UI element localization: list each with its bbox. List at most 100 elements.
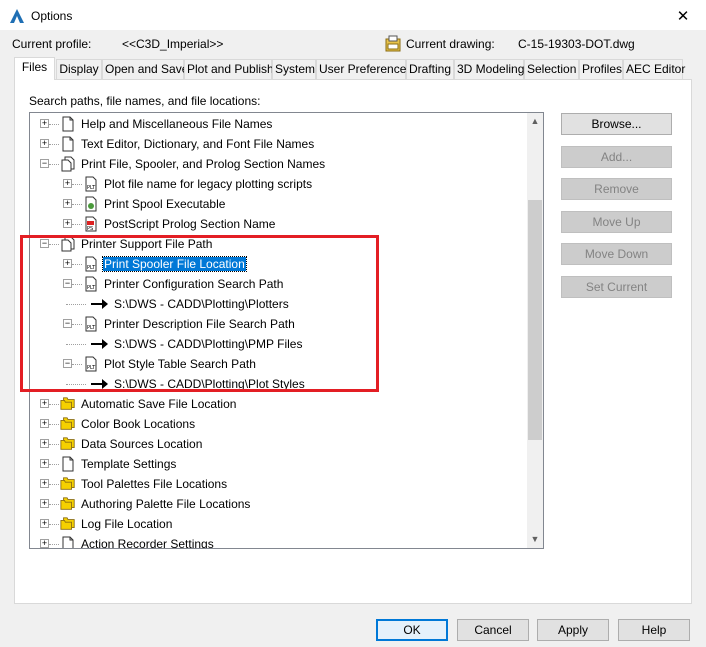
scroll-thumb[interactable] [528,200,542,440]
collapse-icon[interactable]: − [40,159,49,168]
close-button[interactable]: ✕ [660,0,706,31]
expand-icon[interactable]: + [63,259,72,268]
tree-item-label: Plot Style Table Search Path [104,357,256,371]
expand-icon[interactable]: + [40,479,49,488]
tree-item[interactable]: + Tool Palettes File Locations [30,474,526,494]
tree-item[interactable]: + Action Recorder Settings [30,534,526,548]
tree-item[interactable]: S:\DWS - CADD\Plotting\Plotters [30,294,526,314]
browse-button[interactable]: Browse... [561,113,672,135]
tree-item[interactable]: + Print Spool Executable [30,194,526,214]
arrow-icon [90,376,110,392]
set-current-button[interactable]: Set Current [561,276,672,298]
expand-icon[interactable]: + [40,399,49,408]
tree-item-label: Print Spool Executable [104,197,226,211]
tree-scrollbar[interactable]: ▲ ▼ [527,113,543,548]
current-drawing-value: C-15-19303-DOT.dwg [518,37,635,51]
file-locations-tree[interactable]: + Help and Miscellaneous File Names + Text … [29,112,544,549]
tab-profiles[interactable]: Profiles [579,59,623,79]
tree-item[interactable]: − Printer Support File Path [30,234,526,254]
tab-system[interactable]: System [272,59,316,79]
expand-icon[interactable]: + [40,439,49,448]
cancel-button-label: Cancel [474,623,512,637]
current-profile-value: <<C3D_Imperial>> [122,37,224,51]
expand-icon[interactable]: + [40,139,49,148]
tab-display[interactable]: Display [56,59,102,79]
tree-connector [72,364,82,365]
document-icon [60,536,76,548]
tree-item[interactable]: + PLT Plot file name for legacy plotting s… [30,174,526,194]
collapse-icon[interactable]: − [63,279,72,288]
tree-connector [49,244,59,245]
collapse-icon[interactable]: − [63,319,72,328]
apply-button-label: Apply [557,623,589,637]
ok-button[interactable]: OK [376,619,448,641]
tree-item-label: Tool Palettes File Locations [81,477,228,491]
tab-label: Drafting [409,62,452,76]
tree-item[interactable]: + PS PostScript Prolog Section Name [30,214,526,234]
apply-button[interactable]: Apply [537,619,609,641]
tree-item[interactable]: + Help and Miscellaneous File Names [30,114,526,134]
expand-icon[interactable]: + [40,519,49,528]
svg-text:PLT: PLT [87,365,96,371]
tree-item[interactable]: + Template Settings [30,454,526,474]
cancel-button[interactable]: Cancel [457,619,529,641]
svg-text:PLT: PLT [87,185,96,191]
tree-item[interactable]: − Print File, Spooler, and Prolog Section… [30,154,526,174]
tree-connector [49,124,59,125]
expand-icon[interactable]: + [63,179,72,188]
browse-button-label: Browse... [591,117,642,131]
remove-button[interactable]: Remove [561,178,672,200]
tree-item[interactable]: S:\DWS - CADD\Plotting\Plot Styles [30,374,526,394]
tab-plot-and-publish[interactable]: Plot and Publish [184,59,274,79]
collapse-icon[interactable]: − [40,239,49,248]
tree-item[interactable]: + Data Sources Location [30,434,526,454]
expand-icon[interactable]: + [40,419,49,428]
add-button[interactable]: Add... [561,146,672,168]
expand-icon[interactable]: + [40,539,49,548]
move-up-button[interactable]: Move Up [561,211,672,233]
tree-connector [49,504,59,505]
documents-icon [60,156,76,172]
expand-icon[interactable]: + [40,459,49,468]
tab-files[interactable]: Files [14,57,55,80]
tab-label: 3D Modeling [457,62,525,76]
tab-label: Profiles [582,62,623,76]
move-down-button-label: Move Down [584,247,649,261]
tree-item[interactable]: + Color Book Locations [30,414,526,434]
tab-label: User Preferences [319,62,413,76]
tab-3d-modeling[interactable]: 3D Modeling [454,59,524,79]
document-icon [60,456,76,472]
tree-item[interactable]: S:\DWS - CADD\Plotting\PMP Files [30,334,526,354]
plt-icon: PLT [83,276,99,292]
move-up-button-label: Move Up [592,215,641,229]
ps-icon: PS [83,216,99,232]
tab-drafting[interactable]: Drafting [406,59,454,79]
tree-item[interactable]: + Log File Location [30,514,526,534]
scroll-up-icon[interactable]: ▲ [527,113,543,130]
tree-connector [72,184,82,185]
current-drawing-label: Current drawing: [406,37,495,51]
expand-icon[interactable]: + [40,499,49,508]
tree-item[interactable]: + Authoring Palette File Locations [30,494,526,514]
tab-open-and-save[interactable]: Open and Save [102,59,188,79]
help-button[interactable]: Help [618,619,690,641]
expand-icon[interactable]: + [40,119,49,128]
expand-icon[interactable]: + [63,219,72,228]
tree-item[interactable]: + Text Editor, Dictionary, and Font File … [30,134,526,154]
tree-item-label: Automatic Save File Location [81,397,237,411]
scroll-down-icon[interactable]: ▼ [527,531,543,548]
expand-icon[interactable]: + [63,199,72,208]
move-down-button[interactable]: Move Down [561,243,672,265]
tab-user-preferences[interactable]: User Preferences [316,59,412,79]
tab-selection[interactable]: Selection [524,59,579,79]
tree-item[interactable]: − PLT Printer Configuration Search Path [30,274,526,294]
tab-aec-editor[interactable]: AEC Editor [623,59,685,79]
collapse-icon[interactable]: − [63,359,72,368]
tree-item[interactable]: + Automatic Save File Location [30,394,526,414]
tree-item[interactable]: − PLT Plot Style Table Search Path [30,354,526,374]
tree-item-label: Authoring Palette File Locations [81,497,251,511]
tree-item[interactable]: + PLT Print Spooler File Location [30,254,526,274]
tree-item[interactable]: − PLT Printer Description File Search Path [30,314,526,334]
tree-connector [49,164,59,165]
folders-icon [60,516,76,532]
